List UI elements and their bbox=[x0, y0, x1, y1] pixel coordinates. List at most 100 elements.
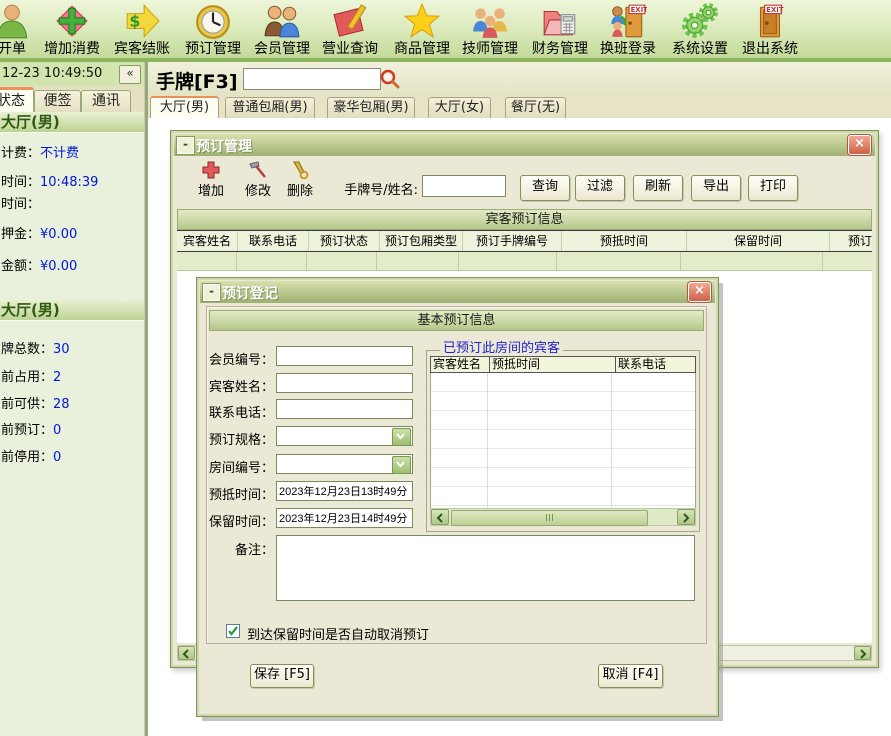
auto-cancel-checkbox[interactable] bbox=[226, 624, 240, 638]
search-icon[interactable] bbox=[379, 68, 401, 90]
toolbar-label: 系统设置 bbox=[665, 42, 735, 56]
status-row: 时间： bbox=[1, 193, 40, 212]
room-tab-deluxe-room-male[interactable]: 豪华包厢(男) bbox=[327, 97, 415, 118]
save-button[interactable]: 保存 [F5] bbox=[250, 664, 314, 688]
sidebar-section-title: 大厅(男) bbox=[0, 300, 144, 321]
hold-time-input[interactable] bbox=[276, 508, 413, 528]
sidebar-collapse-button[interactable]: « bbox=[119, 65, 141, 84]
status-row: 时间：10:48:39 bbox=[1, 171, 98, 190]
toolbar-item-guest-checkout[interactable]: $ 宾客结账 bbox=[107, 2, 177, 58]
toolbar-label: 商品管理 bbox=[387, 42, 457, 56]
booking-spec-select[interactable] bbox=[276, 426, 413, 446]
refresh-button[interactable]: 刷新 bbox=[633, 175, 683, 201]
edit-booking-button[interactable]: 修改 bbox=[238, 160, 278, 199]
booking-manager-titlebar[interactable]: - 预订管理 × bbox=[174, 134, 875, 156]
toolbar-item-product-management[interactable]: 商品管理 bbox=[387, 2, 457, 58]
room-type-tabs: 大厅(男) 普通包厢(男) 豪华包厢(男) 大厅(女) 餐厅(无) bbox=[148, 96, 891, 118]
query-button[interactable]: 查询 bbox=[520, 175, 570, 201]
column-header[interactable]: 联系电话 bbox=[616, 357, 695, 372]
scroll-right-icon[interactable] bbox=[854, 646, 871, 660]
print-button[interactable]: 打印 bbox=[748, 175, 798, 201]
toolbar-item-finance-management[interactable]: 财务管理 bbox=[525, 2, 595, 58]
scroll-left-icon[interactable] bbox=[178, 646, 195, 660]
finance-management-icon bbox=[525, 2, 595, 42]
filter-button[interactable]: 过滤 bbox=[575, 175, 625, 201]
system-settings-icon bbox=[665, 2, 735, 42]
guest-name-input[interactable] bbox=[276, 373, 413, 393]
column-header[interactable]: 预抵时间 bbox=[490, 357, 616, 372]
toolbar-label: 换班登录 bbox=[593, 42, 663, 56]
auto-cancel-label[interactable]: 到达保留时间是否自动取消预订 bbox=[247, 624, 429, 643]
empty-booking-row[interactable] bbox=[177, 252, 872, 271]
chevron-down-icon[interactable] bbox=[392, 456, 411, 474]
datetime-text: 12-23 10:49:50 bbox=[2, 66, 102, 81]
toolbar-label: 财务管理 bbox=[525, 42, 595, 56]
scrollbar-thumb[interactable] bbox=[451, 510, 648, 526]
room-guests-table-body[interactable] bbox=[430, 373, 696, 508]
sidebar-tab-notes[interactable]: 便签 bbox=[34, 90, 81, 112]
export-button[interactable]: 导出 bbox=[691, 175, 741, 201]
toolbar-item-exit-system[interactable]: EXIT 退出系统 bbox=[735, 2, 805, 58]
arrival-time-input[interactable] bbox=[276, 481, 413, 501]
member-id-input[interactable] bbox=[276, 346, 413, 366]
column-header[interactable]: 联系电话 bbox=[238, 231, 309, 251]
delete-booking-button[interactable]: 删除 bbox=[280, 160, 320, 199]
column-header[interactable]: 预订 bbox=[830, 231, 872, 251]
phone-input[interactable] bbox=[276, 399, 413, 419]
column-header[interactable]: 预订包厢类型 bbox=[380, 231, 463, 251]
toolbar-label: 技师管理 bbox=[455, 42, 525, 56]
product-management-icon bbox=[387, 2, 457, 42]
status-row: 押金：¥0.00 bbox=[1, 223, 77, 242]
sidebar-status-panel: 大厅(男) 计费：不计费 时间：10:48:39 时间： 押金：¥0.00 金额… bbox=[0, 112, 144, 736]
add-booking-button[interactable]: 增加 bbox=[191, 160, 231, 199]
toolbar-item-reservation-management[interactable]: 预订管理 bbox=[178, 2, 248, 58]
basic-booking-info-band: 基本预订信息 bbox=[209, 310, 704, 331]
toolbar-item-system-settings[interactable]: 系统设置 bbox=[665, 2, 735, 58]
column-header[interactable]: 保留时间 bbox=[687, 231, 830, 251]
toolbar-item-technician-management[interactable]: 技师管理 bbox=[455, 2, 525, 58]
cancel-button[interactable]: 取消 [F4] bbox=[598, 664, 663, 688]
room-guests-hscrollbar[interactable] bbox=[430, 508, 696, 526]
tool-label: 删除 bbox=[280, 180, 320, 199]
column-header[interactable]: 预订手牌编号 bbox=[463, 231, 562, 251]
top-toolbar: 开单 增加消费 $ 宾客结账 预订管理 会员管理 营业查询 商品管理 技师管理 bbox=[0, 0, 891, 62]
toolbar-item-add-consumption[interactable]: 增加消费 bbox=[37, 2, 107, 58]
column-header[interactable]: 宾客姓名 bbox=[431, 357, 490, 372]
shift-login-icon: EXIT bbox=[593, 2, 663, 42]
scroll-right-icon[interactable] bbox=[677, 509, 695, 525]
minimize-icon[interactable]: - bbox=[203, 284, 220, 301]
tool-label: 增加 bbox=[191, 180, 231, 199]
toolbar-label: 宾客结账 bbox=[107, 42, 177, 56]
close-icon[interactable]: × bbox=[848, 135, 871, 155]
sidebar-datetime-bar: 12-23 10:49:50 « bbox=[0, 62, 144, 86]
column-header[interactable]: 预订状态 bbox=[309, 231, 380, 251]
sidebar-tab-status[interactable]: 状态 bbox=[0, 87, 34, 112]
chevron-down-icon[interactable] bbox=[392, 428, 411, 446]
room-tab-standard-room-male[interactable]: 普通包厢(男) bbox=[225, 97, 315, 118]
guest-name-label: 宾客姓名： bbox=[197, 376, 274, 395]
column-header[interactable]: 预抵时间 bbox=[562, 231, 687, 251]
room-tab-restaurant[interactable]: 餐厅(无) bbox=[505, 97, 566, 118]
tool-label: 修改 bbox=[238, 180, 278, 199]
close-icon[interactable]: × bbox=[688, 282, 711, 302]
minimize-icon[interactable]: - bbox=[177, 137, 194, 154]
room-tab-hall-female[interactable]: 大厅(女) bbox=[428, 97, 491, 118]
booking-register-titlebar[interactable]: - 预订登记 × bbox=[200, 281, 715, 303]
arrival-time-label: 预抵时间： bbox=[197, 484, 274, 503]
delete-icon bbox=[290, 160, 310, 179]
notes-textarea[interactable] bbox=[276, 535, 695, 601]
status-row: 前预订：0 bbox=[1, 419, 61, 438]
scroll-left-icon[interactable] bbox=[431, 509, 449, 525]
room-tab-hall-male[interactable]: 大厅(男) bbox=[150, 96, 219, 120]
column-header[interactable]: 宾客姓名 bbox=[177, 231, 238, 251]
room-number-select[interactable] bbox=[276, 454, 413, 474]
toolbar-label: 增加消费 bbox=[37, 42, 107, 56]
toolbar-item-member-management[interactable]: 会员管理 bbox=[247, 2, 317, 58]
member-id-label: 会员编号： bbox=[197, 349, 274, 368]
toolbar-item-business-query[interactable]: 营业查询 bbox=[315, 2, 385, 58]
tag-or-name-input[interactable] bbox=[422, 175, 506, 197]
sidebar-tab-comms[interactable]: 通讯 bbox=[81, 90, 131, 112]
hand-tag-search-input[interactable] bbox=[243, 68, 381, 90]
toolbar-label: 退出系统 bbox=[735, 42, 805, 56]
toolbar-item-shift-login[interactable]: EXIT 换班登录 bbox=[593, 2, 663, 58]
